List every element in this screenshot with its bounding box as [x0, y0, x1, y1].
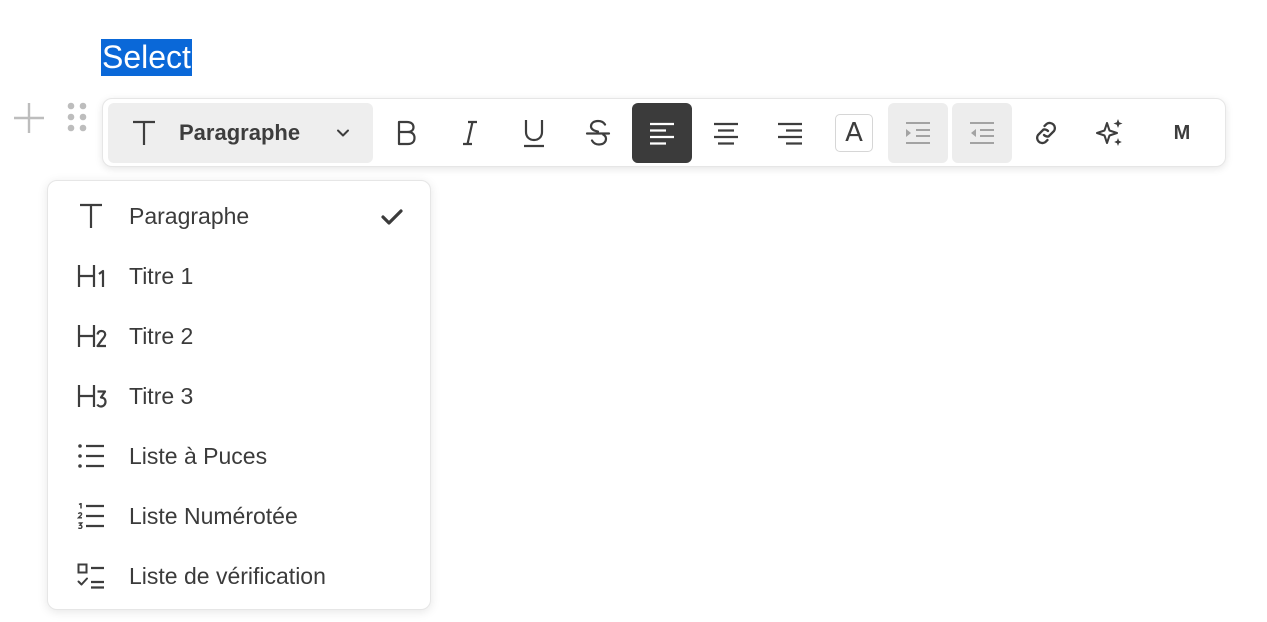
dropdown-item-label: Liste à Puces: [129, 443, 268, 469]
underline-button[interactable]: [504, 103, 564, 163]
dropdown-item-label: Titre 1: [129, 263, 194, 289]
link-button[interactable]: [1016, 103, 1076, 163]
dropdown-item-label: Paragraphe: [129, 203, 250, 229]
sparkles-icon: [1096, 119, 1123, 146]
underline-icon: [524, 120, 544, 148]
italic-icon: [463, 120, 477, 146]
dropdown-item-titre-3[interactable]: Titre 3: [48, 366, 430, 426]
strikethrough-button[interactable]: [568, 103, 628, 163]
dropdown-item-liste-a-puces[interactable]: Liste à Puces: [48, 426, 430, 486]
dropdown-item-label: Liste de vérification: [129, 563, 326, 589]
ai-assist-button[interactable]: [1080, 103, 1140, 163]
text-color-icon: A: [835, 114, 873, 152]
align-center-button[interactable]: [696, 103, 756, 163]
formatting-toolbar: Paragraphe A M: [102, 98, 1226, 167]
dropdown-item-label: Titre 2: [129, 323, 194, 349]
dropdown-item-liste-de-verification[interactable]: Liste de vérification: [48, 546, 430, 606]
align-right-button[interactable]: [760, 103, 820, 163]
checklist-icon: [77, 560, 109, 592]
dropdown-item-titre-1[interactable]: Titre 1: [48, 246, 430, 306]
markdown-button[interactable]: M: [1152, 103, 1212, 163]
align-right-icon: [778, 122, 802, 145]
italic-button[interactable]: [440, 103, 500, 163]
dropdown-item-label: Liste Numérotée: [129, 503, 298, 529]
indent-button[interactable]: [888, 103, 948, 163]
bullet-list-icon: [77, 440, 109, 472]
check-icon: [381, 208, 403, 231]
bold-icon: [397, 120, 416, 146]
dropdown-item-liste-numerotee[interactable]: Liste Numérotée: [48, 486, 430, 546]
bold-button[interactable]: [376, 103, 436, 163]
strikethrough-icon: [585, 119, 611, 146]
heading-1-icon: [77, 260, 109, 292]
align-left-icon: [650, 122, 674, 145]
block-type-label: Paragraphe: [179, 120, 301, 145]
indent-icon: [906, 122, 930, 144]
outdent-button[interactable]: [952, 103, 1012, 163]
heading-2-icon: [77, 320, 109, 352]
chevron-down-icon: [336, 126, 350, 145]
link-icon: [1036, 121, 1056, 145]
block-type-select[interactable]: Paragraphe: [108, 103, 373, 163]
dropdown-item-label: Titre 3: [129, 383, 194, 409]
markdown-icon: M: [1173, 121, 1191, 144]
outdent-icon: [970, 122, 994, 144]
text-color-button[interactable]: A: [824, 103, 884, 163]
block-type-dropdown: Paragraphe Titre 1 Titre 2 Titre 3 Liste…: [47, 180, 431, 610]
numbered-list-icon: [77, 500, 109, 532]
text-t-icon: [130, 118, 158, 153]
plus-icon: [14, 103, 44, 133]
grip-icon: [67, 102, 87, 132]
align-left-button[interactable]: [632, 103, 692, 163]
align-center-icon: [714, 122, 738, 145]
drag-handle[interactable]: [66, 101, 88, 133]
dropdown-item-paragraphe[interactable]: Paragraphe: [48, 186, 430, 246]
editor-page: Select Paragraphe A M Paragraphe Titre 1…: [0, 0, 1267, 622]
selected-text[interactable]: Select: [101, 39, 192, 76]
add-block-button[interactable]: [12, 101, 46, 135]
text-t-icon: [77, 200, 109, 232]
heading-3-icon: [77, 380, 109, 412]
dropdown-item-titre-2[interactable]: Titre 2: [48, 306, 430, 366]
